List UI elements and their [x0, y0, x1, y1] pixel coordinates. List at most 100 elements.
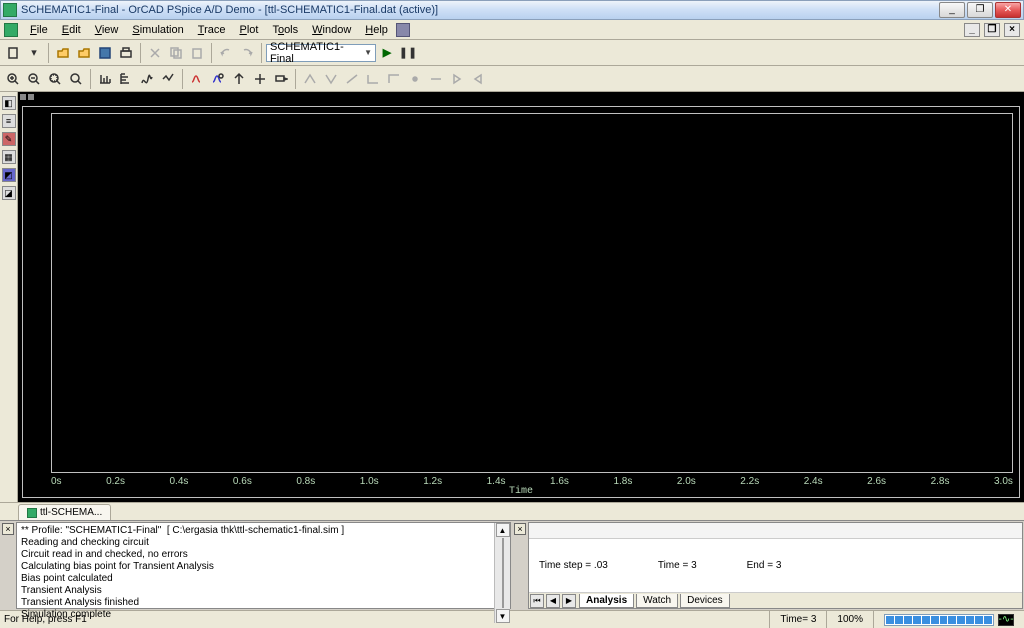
menu-edit[interactable]: Edit: [56, 22, 87, 38]
zoom-out-button[interactable]: [24, 69, 44, 89]
marker-icon: [232, 72, 246, 86]
status-body: Time step = .03 Time = 3 End = 3: [529, 539, 1022, 592]
menu-view[interactable]: View: [89, 22, 125, 38]
point-icon: [408, 72, 422, 86]
perf-button[interactable]: [158, 69, 178, 89]
tab-watch[interactable]: Watch: [636, 594, 678, 608]
copy-button: [166, 43, 186, 63]
cursor-max-button: [384, 69, 404, 89]
plot-grip[interactable]: [18, 92, 1024, 102]
toolbar-secondary: [0, 66, 1024, 92]
sim-status-pane: × Time step = .03 Time = 3 End = 3 ⏮ ◀ ▶…: [528, 522, 1023, 609]
print-icon: [119, 46, 133, 60]
output-log[interactable]: ** Profile: "SCHEMATIC1-Final" [ C:\erga…: [17, 523, 494, 623]
new-dropdown[interactable]: ▾: [24, 43, 44, 63]
fft-icon: [140, 72, 154, 86]
tab-next-button[interactable]: ▶: [562, 594, 576, 608]
cursor-button[interactable]: [250, 69, 270, 89]
perf-icon: [161, 72, 175, 86]
new-icon: [6, 46, 20, 60]
cursor-point-button: [405, 69, 425, 89]
undo-button: [216, 43, 236, 63]
status-timestep: Time step = .03: [539, 560, 608, 571]
menu-simulation[interactable]: Simulation: [126, 22, 189, 38]
scroll-up-icon[interactable]: ▲: [496, 523, 510, 537]
status-percent: 100%: [826, 611, 873, 628]
menu-file[interactable]: File: [24, 22, 54, 38]
menu-extra-icon[interactable]: [396, 23, 410, 37]
redo-button: [237, 43, 257, 63]
eval-goal-button[interactable]: [208, 69, 228, 89]
left-tool-4[interactable]: ▦: [2, 150, 16, 164]
menu-tools[interactable]: Tools: [266, 22, 304, 38]
mdi-restore-button[interactable]: ❐: [984, 23, 1000, 37]
zoom-area-icon: [48, 72, 62, 86]
run-button[interactable]: ▶: [377, 43, 397, 63]
fft-button[interactable]: [137, 69, 157, 89]
open-button[interactable]: [53, 43, 73, 63]
add-trace-icon: [190, 72, 204, 86]
zoom-area-button[interactable]: [45, 69, 65, 89]
tab-analysis-label: Analysis: [586, 595, 627, 606]
log-x-icon: [98, 72, 112, 86]
left-tool-2[interactable]: ≡: [2, 114, 16, 128]
min-icon: [366, 72, 380, 86]
zoom-fit-button[interactable]: [66, 69, 86, 89]
tab-analysis[interactable]: Analysis: [579, 594, 634, 608]
mark-label-button[interactable]: [271, 69, 291, 89]
log-scrollbar[interactable]: ▲ ▼: [494, 523, 510, 623]
log-x-button[interactable]: [95, 69, 115, 89]
log-y-button[interactable]: [116, 69, 136, 89]
tab-devices[interactable]: Devices: [680, 594, 730, 608]
left-tool-6[interactable]: ◪: [2, 186, 16, 200]
open-alt-button[interactable]: [74, 43, 94, 63]
trough-icon: [324, 72, 338, 86]
redo-icon: [240, 46, 254, 60]
profile-combo[interactable]: SCHEMATIC1-Final ▼: [266, 44, 376, 62]
left-tool-3[interactable]: ✎: [2, 132, 16, 146]
minimize-button[interactable]: _: [939, 2, 965, 18]
undo-icon: [219, 46, 233, 60]
add-trace-button[interactable]: [187, 69, 207, 89]
scroll-down-icon[interactable]: ▼: [496, 609, 510, 623]
menu-plot[interactable]: Plot: [233, 22, 264, 38]
cursor-search-button: [426, 69, 446, 89]
document-tab[interactable]: ttl-SCHEMA...: [18, 504, 111, 520]
log-y-icon: [119, 72, 133, 86]
app-icon: [3, 3, 17, 17]
output-log-pane: × ** Profile: "SCHEMATIC1-Final" [ C:\er…: [16, 522, 511, 609]
left-tool-5[interactable]: ◩: [2, 168, 16, 182]
log-close-button[interactable]: ×: [2, 523, 14, 535]
slope-icon: [345, 72, 359, 86]
close-button[interactable]: ✕: [995, 2, 1021, 18]
pause-button[interactable]: ❚❚: [398, 43, 418, 63]
scroll-thumb[interactable]: [502, 538, 504, 608]
csearch-icon: [429, 72, 443, 86]
maximize-button[interactable]: ❐: [967, 2, 993, 18]
peak-icon: [303, 72, 317, 86]
status-close-button[interactable]: ×: [514, 523, 526, 535]
marker-button[interactable]: [229, 69, 249, 89]
menu-help[interactable]: Help: [359, 22, 394, 38]
cursor-peak-button: [300, 69, 320, 89]
print-button[interactable]: [116, 43, 136, 63]
cprev-icon: [471, 72, 485, 86]
cut-button: [145, 43, 165, 63]
save-button[interactable]: [95, 43, 115, 63]
status-header: [529, 523, 1022, 539]
status-tabs: ⏮ ◀ ▶ Analysis Watch Devices: [529, 592, 1022, 608]
plot-area[interactable]: 0s0.2s0.4s0.6s0.8s1.0s1.2s1.4s1.6s1.8s2.…: [22, 106, 1020, 498]
mdi-close-button[interactable]: ×: [1004, 23, 1020, 37]
new-button[interactable]: [3, 43, 23, 63]
resistor-icon: -∿-: [998, 614, 1014, 626]
menu-trace[interactable]: Trace: [192, 22, 232, 38]
window-titlebar: SCHEMATIC1-Final - OrCAD PSpice A/D Demo…: [0, 0, 1024, 20]
mdi-minimize-button[interactable]: _: [964, 23, 980, 37]
zoom-in-button[interactable]: [3, 69, 23, 89]
tab-first-button[interactable]: ⏮: [530, 594, 544, 608]
menu-window[interactable]: Window: [306, 22, 357, 38]
tab-prev-button[interactable]: ◀: [546, 594, 560, 608]
open-icon: [56, 46, 70, 60]
menu-bar: File Edit View Simulation Trace Plot Too…: [0, 20, 1024, 40]
left-tool-1[interactable]: ◧: [2, 96, 16, 110]
